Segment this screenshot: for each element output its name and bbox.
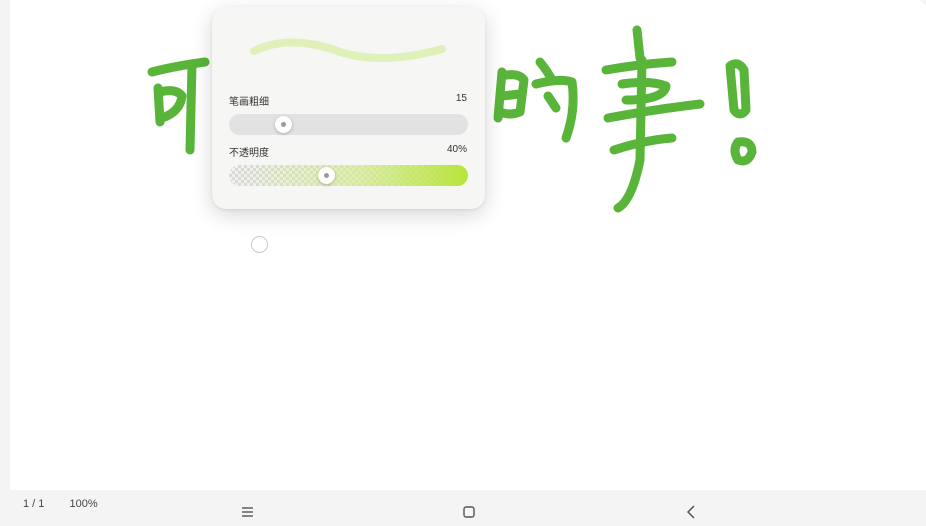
opacity-label: 不透明度 [229, 148, 269, 159]
opacity-slider-thumb[interactable] [318, 167, 336, 184]
opacity-slider[interactable] [229, 165, 468, 186]
system-nav-bar [0, 500, 926, 521]
pen-settings-panel: 笔画粗细 15 不透明度 40% [212, 7, 485, 209]
stroke-width-slider-thumb[interactable] [274, 116, 292, 133]
stroke-width-slider[interactable] [229, 114, 468, 135]
pen-cursor-indicator [251, 236, 268, 253]
opacity-value: 40% [446, 144, 467, 155]
back-icon[interactable] [681, 503, 701, 521]
stroke-preview [250, 38, 446, 62]
home-icon[interactable] [459, 503, 479, 521]
menu-icon[interactable] [238, 503, 258, 521]
stroke-width-label: 笔画粗细 [229, 97, 269, 108]
stroke-width-value: 15 [455, 93, 467, 104]
